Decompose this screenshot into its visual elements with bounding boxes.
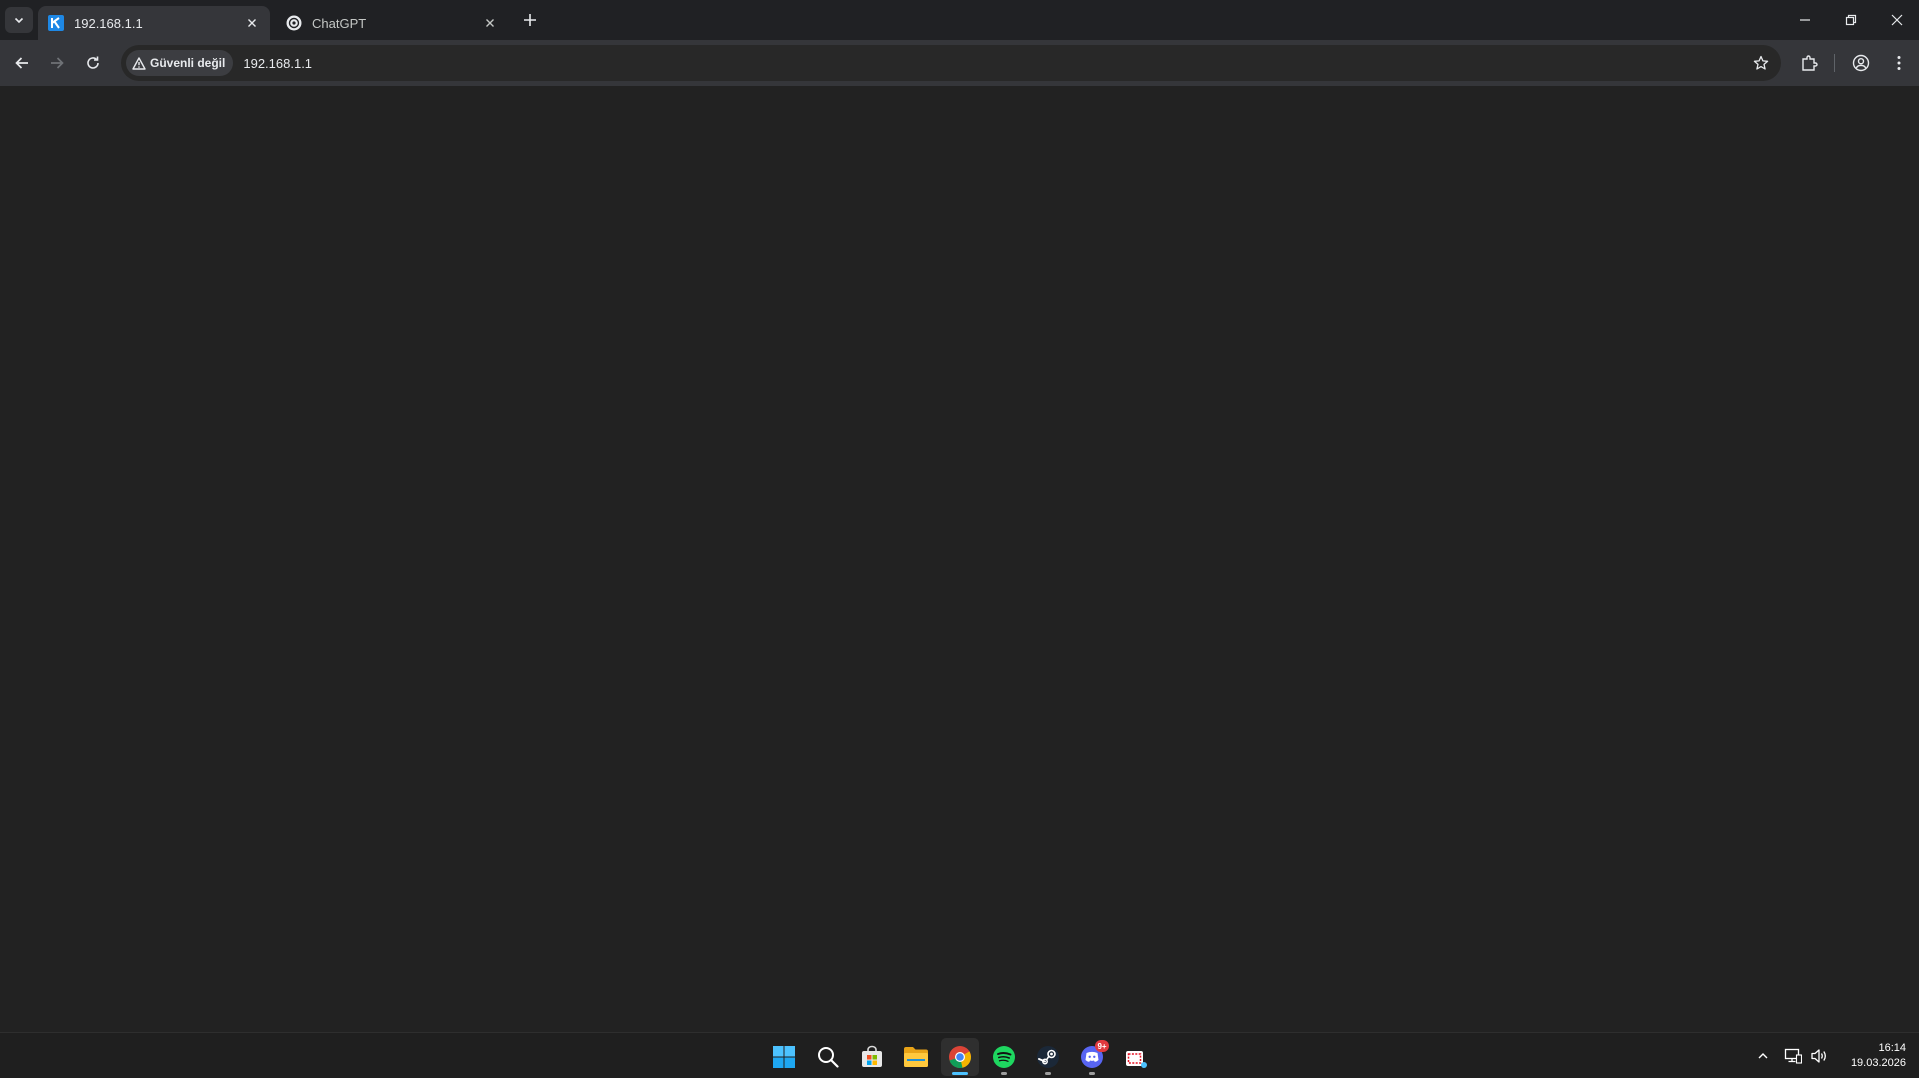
chrome-button[interactable]	[941, 1038, 979, 1076]
reload-icon	[87, 56, 99, 69]
running-indicator	[1045, 1072, 1051, 1075]
puzzle-icon	[1802, 55, 1818, 71]
clock-date: 19.03.2026	[1850, 1057, 1906, 1069]
screen: 192.168.1.1 ChatGPT Güvenli değil 192.16…	[0, 0, 1919, 1078]
restore-button[interactable]	[1828, 0, 1874, 40]
forward-button[interactable]	[42, 48, 72, 78]
page-content[interactable]	[0, 86, 1919, 1032]
minimize-button[interactable]	[1782, 0, 1828, 40]
start-button[interactable]	[765, 1038, 803, 1076]
start-icon	[773, 1046, 795, 1068]
notification-badge: 9+	[1095, 1040, 1109, 1052]
toolbar-divider	[1834, 54, 1835, 72]
tab-close-button[interactable]	[244, 15, 260, 31]
chevron-up-icon	[1758, 1053, 1768, 1059]
active-indicator	[952, 1072, 968, 1075]
address-bar[interactable]: Güvenli değil 192.168.1.1	[121, 45, 1781, 81]
taskbar-clock[interactable]: 16:14 19.03.2026	[1836, 1041, 1906, 1071]
file-explorer-icon	[904, 1047, 928, 1067]
tab-close-button[interactable]	[482, 15, 498, 31]
star-icon	[1753, 55, 1769, 70]
back-button[interactable]	[7, 48, 37, 78]
plus-icon	[524, 14, 536, 26]
close-icon	[248, 19, 256, 27]
spotify-icon	[993, 1046, 1015, 1068]
snipping-tool-button[interactable]	[1117, 1038, 1155, 1076]
discord-button[interactable]: 9+	[1073, 1038, 1111, 1076]
steam-button[interactable]	[1029, 1038, 1067, 1076]
chatgpt-icon	[286, 15, 302, 31]
tab-router[interactable]: 192.168.1.1	[38, 6, 270, 40]
close-icon	[1891, 14, 1903, 26]
chevron-down-icon	[14, 17, 24, 24]
show-hidden-icons-button[interactable]	[1752, 1045, 1774, 1067]
browser-toolbar: Güvenli değil 192.168.1.1	[0, 40, 1919, 86]
windows-taskbar: 9+ 16:14 19.03.2026	[0, 1032, 1919, 1078]
volume-button[interactable]	[1808, 1045, 1830, 1067]
snipping-tool-icon	[1126, 1051, 1147, 1068]
keenetic-k-icon	[48, 15, 64, 31]
running-indicator	[1001, 1072, 1007, 1075]
reload-button[interactable]	[78, 48, 108, 78]
tab-search-button[interactable]	[5, 7, 33, 33]
network-button[interactable]	[1782, 1045, 1804, 1067]
new-tab-button[interactable]	[520, 10, 540, 30]
account-icon	[1852, 54, 1870, 72]
microsoft-store-button[interactable]	[853, 1038, 891, 1076]
arrow-right-icon	[51, 57, 64, 69]
site-security-chip[interactable]: Güvenli değil	[126, 50, 234, 76]
bookmark-button[interactable]	[1751, 53, 1771, 73]
microsoft-store-icon	[862, 1045, 882, 1067]
more-vertical-icon	[1897, 56, 1901, 70]
clock-time: 16:14	[1878, 1042, 1906, 1054]
search-icon	[818, 1047, 839, 1068]
close-window-button[interactable]	[1874, 0, 1919, 40]
tab-chatgpt[interactable]: ChatGPT	[276, 6, 508, 40]
tab-title: ChatGPT	[312, 15, 367, 31]
steam-icon	[1037, 1046, 1059, 1068]
taskbar-search-button[interactable]	[809, 1038, 847, 1076]
security-chip-label: Güvenli değil	[150, 56, 226, 70]
warning-icon	[132, 56, 146, 70]
running-indicator	[1089, 1072, 1095, 1075]
chrome-icon	[949, 1046, 971, 1069]
profile-button[interactable]	[1846, 48, 1876, 78]
restore-icon	[1845, 14, 1857, 26]
volume-icon	[1811, 1049, 1826, 1063]
menu-button[interactable]	[1884, 48, 1914, 78]
arrow-left-icon	[15, 57, 28, 69]
tab-title: 192.168.1.1	[74, 15, 143, 31]
url-text: 192.168.1.1	[243, 55, 313, 71]
minimize-icon	[1800, 19, 1810, 21]
tab-strip: 192.168.1.1 ChatGPT	[0, 0, 1919, 40]
extensions-button[interactable]	[1794, 48, 1824, 78]
spotify-button[interactable]	[985, 1038, 1023, 1076]
close-icon	[486, 19, 494, 27]
network-icon	[1784, 1048, 1802, 1064]
file-explorer-button[interactable]	[897, 1038, 935, 1076]
